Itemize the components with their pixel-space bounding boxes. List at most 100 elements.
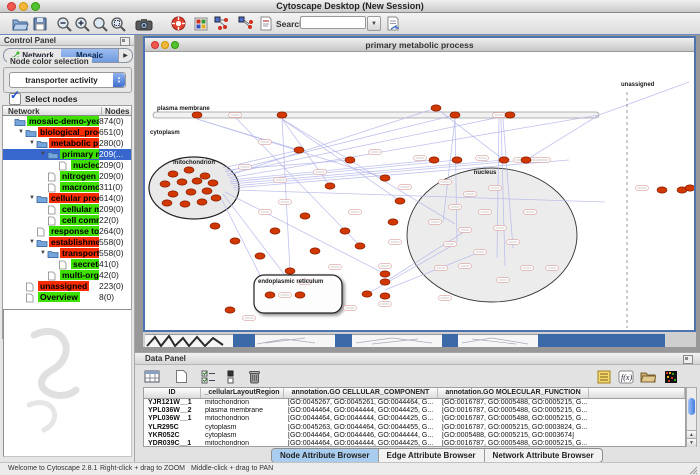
tree-label: unassigned — [38, 281, 89, 291]
tree-row[interactable]: mosaic-demo-yeast874(0) — [3, 116, 131, 127]
table-column-header[interactable]: annotation.GO MOLECULAR_FUNCTION — [438, 388, 589, 398]
import-attributes-icon[interactable] — [639, 368, 657, 385]
attr-tab-node[interactable]: Node Attribute Browser — [272, 449, 379, 462]
tree-expander-icon[interactable]: ▼ — [28, 237, 36, 248]
zoom-selected-icon[interactable] — [108, 14, 128, 33]
network-node — [310, 248, 320, 254]
attribute-table-icon[interactable] — [143, 368, 161, 385]
tree-expander-icon[interactable]: ▼ — [39, 248, 47, 259]
attr-tab-edge[interactable]: Edge Attribute Browser — [379, 449, 485, 462]
network-window-titlebar[interactable]: primary metabolic process — [145, 38, 694, 52]
tree-row[interactable]: secretion41(0) — [3, 259, 131, 270]
node-mapping-icon[interactable] — [212, 14, 232, 33]
tab-overflow-arrow[interactable]: ▶ — [118, 49, 132, 62]
table-column-header[interactable]: _cellularLayoutRegion — [201, 388, 284, 398]
node-color-dropdown-value: transporter activity — [10, 76, 113, 85]
birdseye-network-thumbnail — [4, 310, 129, 454]
zoom-fit-icon[interactable] — [90, 14, 110, 33]
float-panel-icon[interactable] — [683, 355, 693, 364]
search-dropdown-arrow[interactable]: ▼ — [367, 16, 381, 31]
attr-tab-network[interactable]: Network Attribute Browser — [485, 449, 602, 462]
tree-row[interactable]: ▼primary metabol209(... — [3, 149, 131, 160]
unselect-attributes-icon[interactable] — [222, 368, 240, 385]
table-row[interactable]: YKR052Ccytoplasm[GO:0044464, GO:0044446,… — [144, 432, 685, 440]
delete-attribute-icon[interactable] — [245, 368, 263, 385]
table-row[interactable]: YDR039C__1mitochondrion[GO:0044464, GO:0… — [144, 440, 685, 447]
tree-col-network: Network — [8, 107, 40, 116]
snapshot-icon[interactable] — [134, 14, 154, 33]
zoom-out-icon[interactable] — [54, 14, 74, 33]
tree-node-count: 22(0) — [99, 215, 131, 226]
table-row[interactable]: YPL036W__1mitochondrion[GO:0044464, GO:0… — [144, 415, 685, 423]
scrollbar-thumb[interactable] — [688, 398, 695, 415]
folder-icon — [47, 249, 60, 258]
vizmapper-icon[interactable] — [191, 14, 211, 33]
tree-row[interactable]: nitrogen compo209(0) — [3, 171, 131, 182]
float-panel-icon[interactable] — [120, 37, 130, 46]
table-row[interactable]: YPL036W__2plasma membrane[GO:0044464, GO… — [144, 407, 685, 415]
attribute-list-icon[interactable] — [595, 368, 613, 385]
network-node — [300, 213, 310, 219]
tree-row[interactable]: ▼establishment of lo558(0) — [3, 237, 131, 248]
network-view-window[interactable]: primary metabolic process plasma membran… — [143, 36, 696, 332]
table-cell — [589, 440, 685, 447]
table-column-header[interactable]: annotation.GO CELLULAR_COMPONENT — [284, 388, 438, 398]
table-row[interactable]: YLR295Ccytoplasm[GO:0045263, GO:0044464,… — [144, 424, 685, 432]
attribute-table-header[interactable]: ID_cellularLayoutRegionannotation.GO CEL… — [144, 388, 685, 399]
table-column-header[interactable] — [589, 388, 685, 398]
table-row[interactable]: YJR121W__1mitochondrion[GO:0045267, GO:0… — [144, 399, 685, 407]
table-cell — [589, 432, 685, 440]
tree-row[interactable]: ▼transport558(0) — [3, 248, 131, 259]
folder-icon — [36, 194, 49, 203]
network-node — [177, 179, 187, 185]
edge-mapping-icon[interactable] — [236, 14, 256, 33]
zoom-in-icon[interactable] — [72, 14, 92, 33]
tree-expander-icon[interactable]: ▼ — [17, 127, 25, 138]
network-node — [380, 279, 390, 285]
tree-label: response to stimulu — [49, 226, 99, 236]
network-node — [325, 183, 335, 189]
tree-label: Overview — [38, 292, 80, 302]
table-cell: [GO:0016787, GO:0005488, GO:0005215, G..… — [438, 399, 589, 407]
select-attributes-icon[interactable] — [199, 368, 217, 385]
birdseye-view[interactable] — [3, 309, 132, 457]
tree-row[interactable]: unassigned 223(0) — [3, 281, 131, 292]
tree-row[interactable]: ▼cellular process614(0) — [3, 193, 131, 204]
new-attribute-icon[interactable] — [172, 368, 190, 385]
tree-row[interactable]: cellular metabol209(0) — [3, 204, 131, 215]
open-session-icon[interactable] — [10, 14, 30, 33]
function-builder-icon[interactable]: f(x) — [617, 368, 635, 385]
node-color-dropdown[interactable]: transporter activity ▲▼ — [9, 72, 126, 88]
tree-row[interactable]: macromolecule311(0) — [3, 182, 131, 193]
network-edge — [225, 192, 385, 274]
advanced-search-icon[interactable] — [383, 14, 403, 33]
tree-node-count: 223(0) — [99, 281, 131, 292]
tree-expander-icon[interactable]: ▼ — [28, 138, 36, 149]
tree-expander-icon[interactable]: ▼ — [39, 149, 47, 160]
scroll-down-button[interactable]: ▼ — [687, 438, 696, 447]
tree-row[interactable]: multi-organism pro42(0) — [3, 270, 131, 281]
sliver-edges — [255, 335, 333, 347]
network-node — [431, 105, 441, 111]
tree-row[interactable]: Overview8(0) — [3, 292, 131, 303]
table-scrollbar[interactable]: ▲ ▼ — [686, 387, 697, 447]
background-window-slivers[interactable] — [143, 332, 696, 347]
network-node — [295, 292, 305, 298]
tree-row[interactable]: nucleobase-209(0) — [3, 160, 131, 171]
annotation-icon[interactable] — [256, 14, 276, 33]
attribute-table[interactable]: ID_cellularLayoutRegionannotation.GO CEL… — [143, 387, 686, 447]
table-column-header[interactable]: ID — [144, 388, 201, 398]
tree-row[interactable]: response to stimulu264(0) — [3, 226, 131, 237]
tree-column-header[interactable]: Network Nodes — [2, 105, 132, 116]
tree-row[interactable]: ▼metabolic process280(0) — [3, 138, 131, 149]
attribute-table-body: YJR121W__1mitochondrion[GO:0045267, GO:0… — [144, 399, 685, 447]
tree-row[interactable]: cell communicat22(0) — [3, 215, 131, 226]
tree-expander-icon[interactable]: ▼ — [28, 193, 36, 204]
search-input[interactable] — [300, 16, 366, 29]
help-icon[interactable] — [168, 14, 188, 33]
network-canvas[interactable]: plasma membranecytoplasmmitochondrionnuc… — [145, 52, 694, 330]
tree-row[interactable]: ▼biological_process651(0) — [3, 127, 131, 138]
heatmap-icon[interactable] — [662, 368, 680, 385]
control-panel: Control Panel Network Mosaic ▶ Node colo… — [0, 35, 135, 462]
save-session-icon[interactable] — [30, 14, 50, 33]
